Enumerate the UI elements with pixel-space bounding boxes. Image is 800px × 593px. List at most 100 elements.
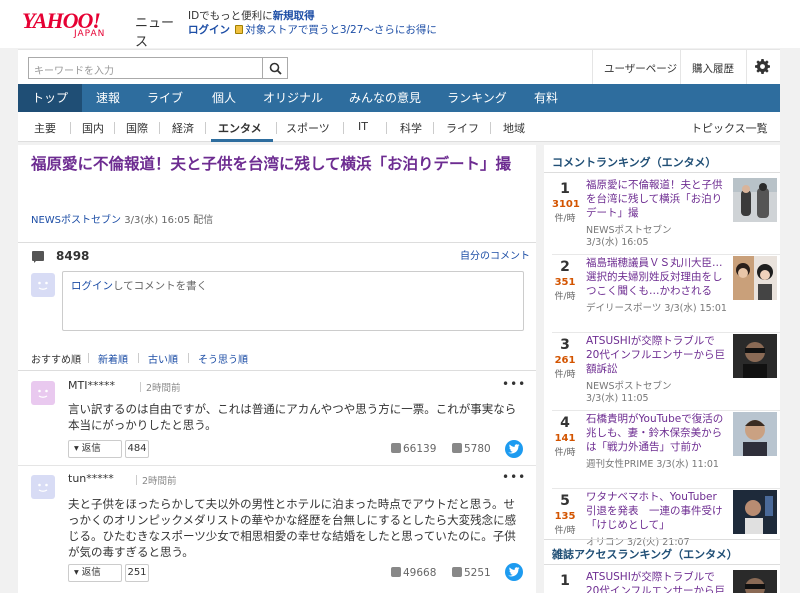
- purchase-history-link[interactable]: 購入履歴: [692, 61, 734, 76]
- sort-newest[interactable]: 新着順: [98, 351, 128, 366]
- thumbs-down-icon: [452, 443, 462, 453]
- avatar-face-icon: [38, 389, 48, 398]
- divider: [544, 539, 780, 540]
- nav-opinions[interactable]: みんなの意見: [334, 84, 436, 112]
- twitter-share-button[interactable]: [505, 440, 523, 458]
- category-it[interactable]: IT: [358, 120, 368, 133]
- comment-username[interactable]: MTI*****: [68, 379, 115, 392]
- twitter-share-button[interactable]: [505, 563, 523, 581]
- my-comments-link[interactable]: 自分のコメント: [460, 247, 530, 262]
- divider: [544, 564, 780, 565]
- rank-date: 3/3(水) 15:01: [664, 303, 727, 314]
- comment-time: 2時間前: [146, 383, 181, 394]
- rank-title[interactable]: ワタナベマホト、YouTuber引退を発表 一連の事件受け「けじめとして」: [586, 490, 726, 532]
- gear-icon[interactable]: [755, 59, 770, 74]
- yahoo-news-logo[interactable]: YAHOO! JAPAN ニュース: [22, 8, 182, 50]
- category-main[interactable]: 主要: [34, 120, 56, 136]
- comment-text: 言い訳するのは自由ですが、これは普通にアカんやつや思う方に一票。これが事実なら本…: [68, 402, 517, 432]
- nav-paid[interactable]: 有料: [518, 84, 574, 112]
- category-domestic[interactable]: 国内: [82, 120, 104, 136]
- comment-count: 8498: [56, 249, 90, 263]
- nav-breaking[interactable]: 速報: [82, 84, 134, 112]
- nav-ranking[interactable]: ランキング: [436, 84, 518, 112]
- rank-title[interactable]: 石橋貴明がYouTubeで復活の兆しも、妻・鈴木保奈美からは「戦力外通告」寸前か: [586, 412, 726, 454]
- comment-icon: [32, 251, 44, 263]
- article-main: 福原愛に不倫報道！夫と子供を台湾に残して横浜「お泊りデート」撮 NEWSポストセ…: [18, 145, 536, 593]
- category-local[interactable]: 地域: [503, 120, 525, 136]
- divider: [592, 50, 593, 85]
- comment-input[interactable]: ログインしてコメントを書く: [62, 271, 524, 331]
- category-entertainment[interactable]: エンタメ: [218, 120, 262, 136]
- more-options-icon[interactable]: •••: [502, 470, 526, 484]
- like-button[interactable]: 49668: [391, 567, 436, 579]
- ranking-item[interactable]: 1 ATSUSHIが交際トラブルで20代インフルエンサーから巨額訴訟: [544, 569, 780, 593]
- like-button[interactable]: 66139: [391, 443, 436, 455]
- article-source[interactable]: NEWSポストセブン: [31, 215, 121, 226]
- active-tab-indicator: [211, 139, 273, 142]
- reply-button[interactable]: ▾ 返信: [68, 440, 122, 458]
- nav-original[interactable]: オリジナル: [252, 84, 334, 112]
- category-international[interactable]: 国際: [126, 120, 148, 136]
- category-sports[interactable]: スポーツ: [286, 120, 330, 136]
- chevron-down-icon: ▾: [74, 443, 82, 454]
- avatar: [31, 475, 55, 499]
- sort-recommended[interactable]: おすすめ順: [31, 351, 81, 366]
- category-economy[interactable]: 経済: [172, 120, 194, 136]
- category-life[interactable]: ライフ: [446, 120, 479, 136]
- divider: [276, 122, 277, 134]
- dislike-button[interactable]: 5780: [452, 443, 491, 455]
- thumbnail-image: [733, 334, 777, 378]
- register-link[interactable]: 新規取得: [273, 10, 315, 22]
- comment-item: MTI***** 2時間前 ••• 言い訳するのは自由ですが、これは普通にアカん…: [18, 373, 536, 465]
- rank-count: 3101: [552, 199, 580, 210]
- sort-oldest[interactable]: 古い順: [148, 351, 178, 366]
- ranking-item[interactable]: 3 261 件/時 ATSUSHIが交際トラブルで20代インフルエンサーから巨額…: [544, 333, 780, 411]
- rank-title[interactable]: 福島瑞穂議員ＶＳ丸川大臣…選択的夫婦別姓反対理由をしつこく聞くも…かわされる: [586, 256, 726, 298]
- divider: [70, 122, 71, 134]
- divider: [88, 353, 89, 363]
- nav-live[interactable]: ライブ: [134, 84, 196, 112]
- ranking-item[interactable]: 2 351 件/時 福島瑞穂議員ＶＳ丸川大臣…選択的夫婦別姓反対理由をしつこく聞…: [544, 255, 780, 333]
- comment-item: tun***** 2時間前 ••• 夫と子供をほったらかして夫以外の男性とホテル…: [18, 466, 536, 593]
- comment-login-link[interactable]: ログイン: [71, 280, 113, 292]
- nav-individual[interactable]: 個人: [196, 84, 252, 112]
- comment-text: 夫と子供をほったらかして夫以外の男性とホテルに泊まった時点でアウトだと思う。せっ…: [68, 497, 517, 559]
- rank-title[interactable]: ATSUSHIが交際トラブルで20代インフルエンサーから巨額訴訟: [586, 570, 726, 593]
- site-header: YAHOO! JAPAN ニュース IDでもっと便利に新規取得 ログイン 対象ス…: [0, 0, 800, 50]
- reply-label: 返信: [81, 567, 101, 578]
- rank-number: 1: [560, 573, 570, 589]
- comment-username[interactable]: tun*****: [68, 472, 114, 485]
- login-link[interactable]: ログイン: [188, 24, 230, 36]
- search-button[interactable]: [262, 57, 288, 79]
- dislike-count: 5251: [464, 567, 491, 579]
- divider: [114, 122, 115, 134]
- thumbs-up-icon: [391, 567, 401, 577]
- category-science[interactable]: 科学: [400, 120, 422, 136]
- rank-title[interactable]: ATSUSHIが交際トラブルで20代インフルエンサーから巨額訴訟: [586, 334, 726, 376]
- category-nav: 主要 国内 国際 経済 エンタメ スポーツ IT 科学 ライフ 地域 トピックス…: [18, 112, 780, 142]
- article-title[interactable]: 福原愛に不倫報道！夫と子供を台湾に残して横浜「お泊りデート」撮: [31, 153, 521, 175]
- like-count: 49668: [403, 567, 437, 579]
- sort-agree[interactable]: そう思う順: [198, 351, 248, 366]
- reply-button[interactable]: ▾ 返信: [68, 564, 122, 582]
- search-input[interactable]: キーワードを入力: [28, 57, 262, 79]
- ranking-item[interactable]: 4 141 件/時 石橋貴明がYouTubeで復活の兆しも、妻・鈴木保奈美からは…: [544, 411, 780, 489]
- thumbnail-image: [733, 178, 777, 222]
- ranking-item[interactable]: 1 3101 件/時 福原愛に不倫報道！夫と子供を台湾に残して横浜「お泊りデート…: [544, 177, 780, 255]
- divider: [343, 122, 344, 134]
- thumbnail-image: [733, 490, 777, 534]
- topics-list-link[interactable]: トピックス一覧: [691, 120, 768, 136]
- sidebar: コメントランキング（エンタメ） 1 3101 件/時 福原愛に不倫報道！夫と子供…: [544, 145, 780, 593]
- divider: [140, 382, 141, 392]
- rank-date: 3/3(水) 11:05: [586, 393, 649, 404]
- more-options-icon[interactable]: •••: [502, 377, 526, 391]
- dislike-button[interactable]: 5251: [452, 567, 491, 579]
- promo-campaign-link[interactable]: 対象ストアで買うと3/27〜さらにお得に: [245, 24, 437, 36]
- rank-date: 3/3(水) 11:01: [656, 459, 719, 470]
- divider: [490, 122, 491, 134]
- rank-title[interactable]: 福原愛に不倫報道！夫と子供を台湾に残して横浜「お泊りデート」撮: [586, 178, 726, 220]
- divider: [205, 122, 206, 134]
- user-page-link[interactable]: ユーザーページ: [604, 61, 677, 76]
- rank-unit: 件/時: [554, 448, 576, 458]
- nav-top[interactable]: トップ: [18, 84, 82, 112]
